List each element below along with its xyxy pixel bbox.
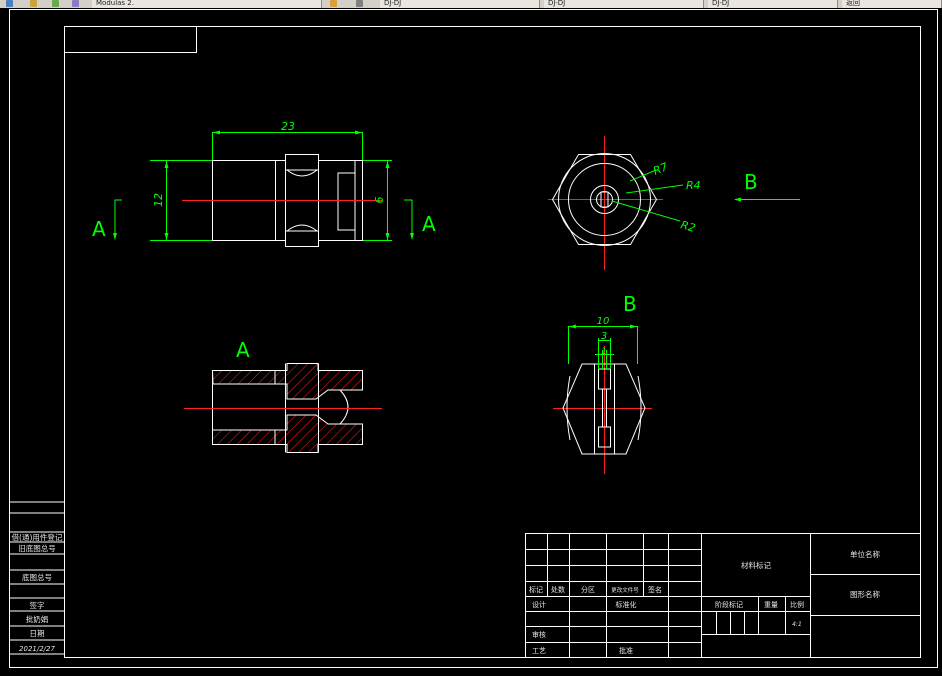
detail-view[interactable]: 10 3 1 B [553,292,652,474]
drawing-frame [9,9,938,668]
settings-icon[interactable] [356,0,363,7]
process-label: 工艺 [532,647,546,655]
cad-drawing[interactable]: 借(通)用件登记 旧底图总号 底图总号 签字 批奶娟 日期 2021/2/27 [0,8,942,676]
radius-inner: R2 [679,218,697,235]
radius-outer: R7 [651,160,669,178]
tab-layout-2[interactable]: DJ-DJ [544,0,704,8]
approve-label: 批准 [619,646,633,655]
header-count: 处数 [551,585,565,594]
date-label: 日期 [30,629,45,638]
date-value: 2021/2/27 [19,645,55,653]
drawing-canvas[interactable]: 借(通)用件登记 旧底图总号 底图总号 签字 批奶娟 日期 2021/2/27 [0,8,942,676]
tab-layout-1[interactable]: DJ-DJ [380,0,540,8]
dim-length: 23 [281,120,295,133]
detail-dim-slot: 3 [601,331,607,342]
file-icon[interactable] [6,0,13,7]
scale-value: 4:1 [792,621,802,628]
header-sign: 签名 [648,585,662,594]
signature-label: 签字 [30,600,45,610]
standardize-label: 标准化 [616,600,637,609]
scale-label: 比例 [790,600,804,609]
title-block-text: 材料标记 单位名称 图形名称 标记 处数 分区 更改文件号 签名 设计 标准化 … [529,549,880,655]
view-arrow-label: B [744,170,758,194]
section-mark-left: A [92,217,106,241]
weight-label: 重量 [764,601,778,609]
section-label: A [236,338,250,362]
stage-mark-label: 阶段标记 [715,600,743,609]
plugin-icon[interactable] [330,0,337,7]
dim-inner-diameter: 6 [373,197,386,204]
section-mark-right: A [422,212,436,236]
detail-label: B [623,292,637,316]
tab-model[interactable]: Modulas 2. [92,0,322,8]
base-drawing-no-label: 底图总号 [22,572,52,582]
tab-return[interactable]: 返回 [842,0,942,8]
detail-dim-width: 10 [597,316,610,327]
front-view[interactable]: 23 12 6 A A [92,120,436,247]
detail-ref-label: 批奶娟 [26,614,49,624]
code-box [64,26,197,53]
window-tab-bar: Modulas 2. DJ-DJ DJ-DJ DJ-DJ 返回 [0,0,942,8]
header-zone: 分区 [581,585,595,594]
save-icon[interactable] [52,0,59,7]
tab-layout-3[interactable]: DJ-DJ [708,0,838,8]
unit-name-label: 单位名称 [850,549,880,559]
detail-dim-small: 1 [601,347,607,357]
header-change-doc: 更改文件号 [611,586,639,594]
section-view[interactable]: A [184,338,382,453]
dim-outer-diameter: 12 [152,193,165,207]
material-mark-label: 材料标记 [741,560,771,570]
used-in-label: 借(通)用件登记 [12,532,63,542]
header-mark: 标记 [529,585,543,594]
design-label: 设计 [532,600,546,609]
folder-icon[interactable] [30,0,37,7]
side-view[interactable]: R7 R4 R2 B [548,136,800,270]
drawing-name-label: 图形名称 [850,589,880,599]
print-icon[interactable] [72,0,79,7]
radius-mid: R4 [686,179,701,192]
old-drawing-no-label: 旧底图总号 [18,543,56,553]
review-label: 审核 [532,630,546,639]
